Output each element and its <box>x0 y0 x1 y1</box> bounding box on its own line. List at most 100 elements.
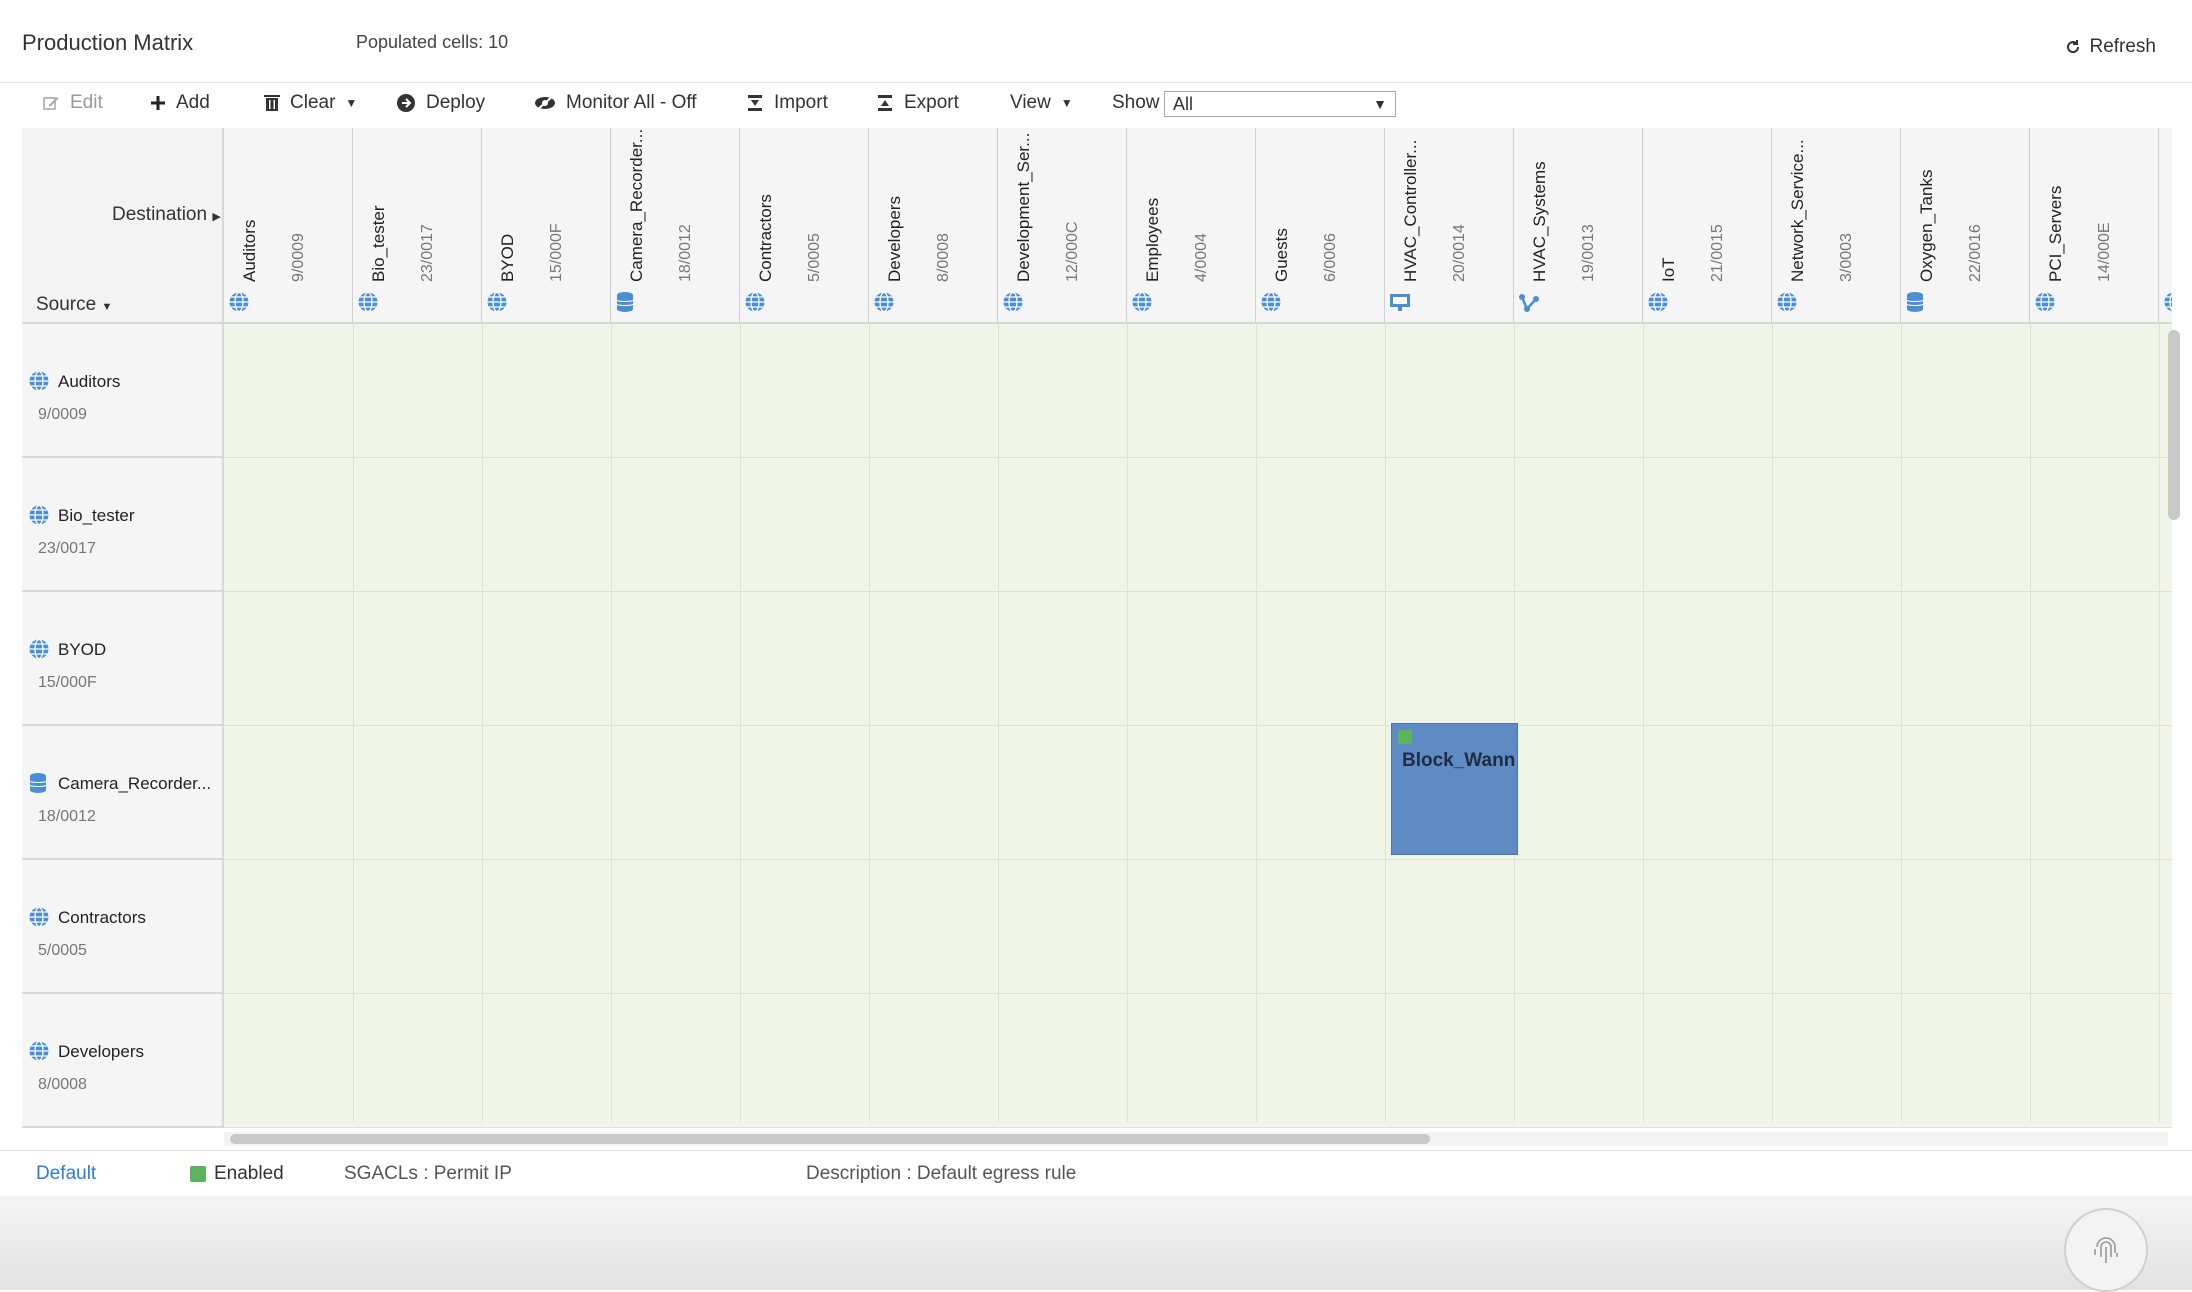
view-label: View <box>1010 92 1051 113</box>
fingerprint-button[interactable] <box>2064 1208 2148 1292</box>
globe-icon <box>28 1040 50 1067</box>
column-name: Network_Service... <box>1788 139 1807 282</box>
import-icon <box>748 95 762 111</box>
column-header-camera-recorder[interactable]: Camera_Recorder... 18/0012 <box>611 128 740 324</box>
column-tag: 9/0009 <box>290 233 307 282</box>
row-name: Developers <box>58 1042 144 1061</box>
horizontal-scrollbar[interactable] <box>230 1134 1430 1144</box>
column-name: IoT <box>1659 257 1678 282</box>
column-name: Employees <box>1143 197 1162 282</box>
row-header-camera-recorder[interactable]: Camera_Recorder... 18/0012 <box>22 726 224 860</box>
default-link[interactable]: Default <box>36 1163 96 1185</box>
row-header-developers[interactable]: Developers 8/0008 <box>22 994 224 1128</box>
column-header-developers[interactable]: Developers 8/0008 <box>869 128 998 324</box>
fingerprint-icon <box>2094 1237 2118 1263</box>
row-header-bio-tester[interactable]: Bio_tester 23/0017 <box>22 458 224 592</box>
column-header-iot[interactable]: IoT 21/0015 <box>1643 128 1772 324</box>
row-name: Contractors <box>58 908 146 927</box>
matrix-grid: Destination ▶ Source ▼ Auditors 9/0009 Bio… <box>22 128 2172 1128</box>
column-header-guests[interactable]: Guests 6/0006 <box>1256 128 1385 324</box>
show-label: Show <box>1112 92 1160 113</box>
show-value: All <box>1173 93 1194 114</box>
globe-icon <box>2034 291 2056 318</box>
globe-icon <box>28 638 50 665</box>
grid-line <box>1256 324 1257 1122</box>
clear-label: Clear <box>290 92 336 113</box>
grid-line <box>224 725 2172 726</box>
grid-line <box>1127 324 1128 1122</box>
column-header-development-ser[interactable]: Development_Ser... 12/000C <box>998 128 1127 324</box>
show-select[interactable]: All ▼ <box>1164 91 1396 117</box>
column-tag: 21/0015 <box>1709 224 1726 282</box>
globe-icon <box>873 291 895 318</box>
row-header-byod[interactable]: BYOD 15/000F <box>22 592 224 726</box>
plus-icon <box>151 96 165 110</box>
globe-icon <box>2163 291 2172 318</box>
view-menu[interactable]: View ▼ <box>1010 92 1073 114</box>
grid-line <box>224 457 2172 458</box>
clear-button[interactable]: Clear ▼ <box>264 92 357 114</box>
grid-line <box>998 324 999 1122</box>
grid-line <box>1772 324 1773 1122</box>
column-name: BYOD <box>498 233 517 282</box>
description-text: Description : Default egress rule <box>806 1163 1077 1184</box>
column-header-hvac-systems[interactable]: HVAC_Systems 19/0013 <box>1514 128 1643 324</box>
policy-label: Block_Wann <box>1402 750 1516 771</box>
caret-down-icon: ▼ <box>345 96 358 110</box>
column-name: HVAC_Controller... <box>1401 139 1420 282</box>
matrix-corner: Destination ▶ Source ▼ <box>22 128 224 324</box>
export-button[interactable]: Export <box>876 92 959 114</box>
column-header-contractors[interactable]: Contractors 5/0005 <box>740 128 869 324</box>
grid-line <box>224 993 2172 994</box>
matrix-cells: Block_Wann <box>224 324 2172 1128</box>
column-tag: 19/0013 <box>1580 224 1597 282</box>
grid-line <box>2159 324 2160 1122</box>
column-header-pci-servers[interactable]: PCI_Servers 14/000E <box>2030 128 2159 324</box>
column-header-bio-tester[interactable]: Bio_tester 23/0017 <box>353 128 482 324</box>
add-button[interactable]: Add <box>150 92 210 114</box>
column-header-employees[interactable]: Employees 4/0004 <box>1127 128 1256 324</box>
column-name: Auditors <box>240 219 259 282</box>
policy-cell[interactable]: Block_Wann <box>1391 723 1518 855</box>
column-header-hvac-controller[interactable]: HVAC_Controller... 20/0014 <box>1385 128 1514 324</box>
deploy-icon <box>397 94 415 112</box>
globe-icon <box>1776 291 1798 318</box>
column-tag: 6/0006 <box>1322 233 1339 282</box>
column-tag: 22/0016 <box>1967 224 1984 282</box>
globe-icon <box>486 291 508 318</box>
monitor-button[interactable]: Monitor All - Off <box>534 92 697 114</box>
row-header-contractors[interactable]: Contractors 5/0005 <box>22 860 224 994</box>
column-name: Bio_tester <box>369 205 388 282</box>
check-icon <box>190 1166 206 1182</box>
refresh-label: Refresh <box>2089 36 2156 57</box>
column-name: Developers <box>885 196 904 282</box>
column-name: Development_Ser... <box>1014 132 1033 282</box>
monitor-icon <box>1389 293 1411 318</box>
import-button[interactable]: Import <box>746 92 828 114</box>
edit-icon <box>43 97 59 110</box>
column-header-point-of-sale-s[interactable]: Point_of_Sale_S... <box>2159 128 2172 324</box>
row-header-auditors[interactable]: Auditors 9/0009 <box>22 324 224 458</box>
grid-line <box>1643 324 1644 1122</box>
column-tag: 15/000F <box>548 223 565 282</box>
grid-line <box>224 1127 2172 1128</box>
database-icon <box>615 291 635 318</box>
column-header-byod[interactable]: BYOD 15/000F <box>482 128 611 324</box>
source-sort[interactable]: Source ▼ <box>36 294 112 316</box>
column-tag: 18/0012 <box>677 224 694 282</box>
destination-sort[interactable]: Destination ▶ <box>112 204 221 226</box>
column-tag: 23/0017 <box>419 224 436 282</box>
refresh-button[interactable]: Refresh <box>2065 36 2156 58</box>
grid-line <box>224 591 2172 592</box>
edit-button[interactable]: Edit <box>42 92 103 114</box>
trash-icon <box>264 95 280 111</box>
column-header-auditors[interactable]: Auditors 9/0009 <box>224 128 353 324</box>
enabled-status: Enabled <box>190 1163 284 1185</box>
vertical-scrollbar[interactable] <box>2168 330 2180 520</box>
grid-line <box>2030 324 2031 1122</box>
column-header-network-service[interactable]: Network_Service... 3/0003 <box>1772 128 1901 324</box>
footer-area <box>0 1196 2192 1290</box>
row-tag: 8/0008 <box>38 1076 87 1093</box>
column-header-oxygen-tanks[interactable]: Oxygen_Tanks 22/0016 <box>1901 128 2030 324</box>
deploy-button[interactable]: Deploy <box>396 92 485 114</box>
